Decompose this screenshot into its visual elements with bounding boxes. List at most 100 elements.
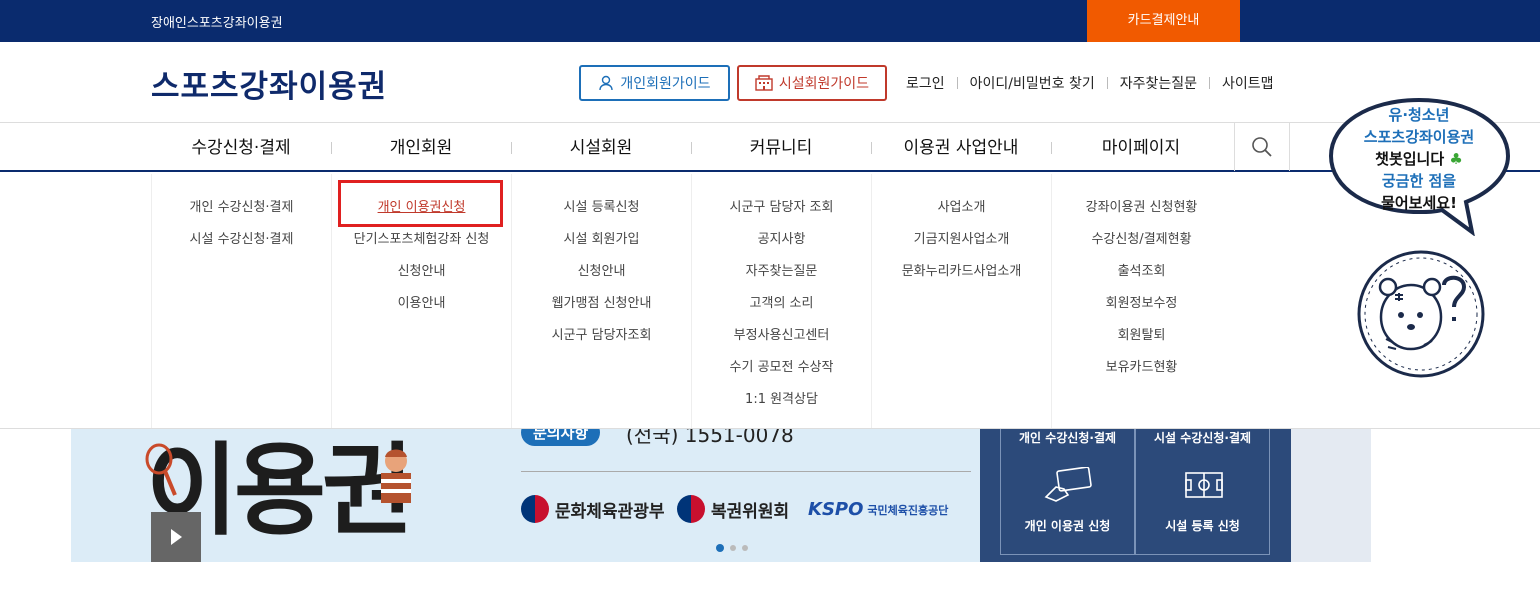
chatbot-line: 챗봇입니다 ♣ xyxy=(1328,148,1510,170)
banner-divider xyxy=(521,471,971,472)
chatbot-line-text: 챗봇입니다 xyxy=(1375,150,1445,168)
menu-link[interactable]: 시군구 담당자 조회 xyxy=(692,192,871,224)
building-icon xyxy=(755,75,773,91)
menu-col-enrollment: 개인 수강신청·결제 시설 수강신청·결제 xyxy=(151,174,331,428)
chatbot-line: 스포츠강좌이용권 xyxy=(1363,128,1475,146)
mega-menu: 개인 수강신청·결제 시설 수강신청·결제 개인 이용권신청 단기스포츠체험강좌… xyxy=(0,174,1540,429)
chatbot-text[interactable]: 유·청소년 스포츠강좌이용권 챗봇입니다 ♣ 궁금한 점을 물어보세요! xyxy=(1328,104,1510,214)
card-hand-icon xyxy=(1044,467,1092,502)
taegeuk-icon xyxy=(521,495,549,523)
facility-member-guide-button[interactable]: 시설회원가이드 xyxy=(737,65,887,101)
nav-item-facility-member[interactable]: 시설회원 xyxy=(511,123,691,173)
menu-link[interactable]: 회원정보수정 xyxy=(1052,288,1231,320)
sitemap-link[interactable]: 사이트맵 xyxy=(1222,73,1274,93)
play-icon xyxy=(171,529,182,545)
personal-member-guide-button[interactable]: 개인회원가이드 xyxy=(579,65,730,101)
slider-play-button[interactable] xyxy=(151,512,201,562)
menu-link[interactable]: 수강신청/결제현황 xyxy=(1052,224,1231,256)
kspo-name: 국민체육진흥공단 xyxy=(867,503,949,517)
top-strip: 장애인스포츠강좌이용권 카드결제안내 xyxy=(0,0,1540,42)
site-logo[interactable]: 스포츠강좌이용권 xyxy=(151,61,387,106)
menu-link[interactable]: 문화누리카드사업소개 xyxy=(872,256,1051,288)
main-banner: 이용권 문의사항 (전국) 1551-0078 문화체육관광부 복권위원회 KS… xyxy=(71,429,980,562)
banner-side-strip xyxy=(1291,429,1371,562)
inquiry-badge: 문의사항 xyxy=(521,429,601,446)
nav-item-mypage[interactable]: 마이페이지 xyxy=(1051,123,1231,173)
kspo-wordmark: KSPO xyxy=(808,499,864,520)
search-button[interactable] xyxy=(1234,123,1290,171)
card-payment-guide-button[interactable]: 카드결제안내 xyxy=(1087,0,1240,42)
org-label: 복권위원회 xyxy=(711,501,790,522)
menu-link[interactable]: 웹가맹점 신청안내 xyxy=(512,288,691,320)
tiger-mascot-icon[interactable] xyxy=(1356,249,1486,379)
menu-link[interactable]: 신청안내 xyxy=(332,256,511,288)
person-icon xyxy=(599,75,614,91)
nav-item-business-info[interactable]: 이용권 사업안내 xyxy=(871,123,1051,173)
utility-links: 로그인 아이디/비밀번호 찾기 자주찾는질문 사이트맵 xyxy=(906,73,1274,93)
menu-link[interactable]: 부정사용신고센터 xyxy=(692,320,871,352)
main-nav: 수강신청·결제 개인회원 시설회원 커뮤니티 이용권 사업안내 마이페이지 xyxy=(0,122,1540,172)
menu-link[interactable]: 사업소개 xyxy=(872,192,1051,224)
kspo-logo: KSPO 국민체육진흥공단 xyxy=(808,499,948,520)
menu-link[interactable]: 기금지원사업소개 xyxy=(872,224,1051,256)
menu-link[interactable]: 시설 등록신청 xyxy=(512,192,691,224)
org-label: 문화체육관광부 xyxy=(555,501,665,522)
card-label: 개인 이용권 신청 xyxy=(1024,519,1111,533)
facility-member-guide-label: 시설회원가이드 xyxy=(778,76,870,92)
card-title: 개인 수강신청·결제 xyxy=(1018,431,1117,445)
menu-link[interactable]: 시설 회원가입 xyxy=(512,224,691,256)
divider xyxy=(1106,77,1108,89)
menu-link[interactable]: 보유카드현황 xyxy=(1052,352,1231,384)
inquiry-phone: (전국) 1551-0078 xyxy=(626,429,794,447)
org-lottery-commission: 복권위원회 xyxy=(677,495,789,523)
card-label: 시설 등록 신청 xyxy=(1165,519,1240,533)
nav-item-enrollment-payment[interactable]: 수강신청·결제 xyxy=(151,123,331,173)
facility-register-card[interactable]: 시설 수강신청·결제 시설 등록 신청 xyxy=(1135,429,1270,555)
tennis-racket-icon xyxy=(145,443,177,496)
menu-link[interactable]: 수기 공모전 수상작 xyxy=(692,352,871,384)
search-icon xyxy=(1252,137,1272,157)
field-icon xyxy=(1185,472,1223,498)
menu-link[interactable]: 자주찾는질문 xyxy=(692,256,871,288)
menu-link[interactable]: 회원탈퇴 xyxy=(1052,320,1231,352)
menu-col-mypage: 강좌이용권 신청현황 수강신청/결제현황 출석조회 회원정보수정 회원탈퇴 보유… xyxy=(1051,174,1231,428)
find-id-password-link[interactable]: 아이디/비밀번호 찾기 xyxy=(970,73,1095,93)
menu-col-facility: 시설 등록신청 시설 회원가입 신청안내 웹가맹점 신청안내 시군구 담당자조회 xyxy=(511,174,691,428)
chatbot-line: 유·청소년 xyxy=(1388,106,1450,124)
org-culture-ministry: 문화체육관광부 xyxy=(521,495,664,523)
menu-link[interactable]: 공지사항 xyxy=(692,224,871,256)
menu-link[interactable]: 단기스포츠체험강좌 신청 xyxy=(332,224,511,256)
menu-link[interactable]: 이용안내 xyxy=(332,288,511,320)
menu-link[interactable]: 고객의 소리 xyxy=(692,288,871,320)
character-illustration xyxy=(381,449,411,503)
highlight-annotation xyxy=(338,180,503,227)
slider-pagination xyxy=(716,544,748,552)
quick-apply-panel: 개인 수강신청·결제 개인 이용권 신청 시설 수강신청·결제 시설 등록 신청 xyxy=(980,429,1291,562)
menu-col-community: 시군구 담당자 조회 공지사항 자주찾는질문 고객의 소리 부정사용신고센터 수… xyxy=(691,174,871,428)
menu-col-business: 사업소개 기금지원사업소개 문화누리카드사업소개 xyxy=(871,174,1051,428)
personal-voucher-apply-card[interactable]: 개인 수강신청·결제 개인 이용권 신청 xyxy=(1000,429,1135,555)
slider-dot-active[interactable] xyxy=(716,544,724,552)
chatbot-line: 궁금한 점을 xyxy=(1381,172,1457,190)
faq-link[interactable]: 자주찾는질문 xyxy=(1120,73,1197,93)
chatbot-line: 물어보세요! xyxy=(1381,194,1457,212)
menu-link[interactable]: 개인 수강신청·결제 xyxy=(152,192,331,224)
menu-link[interactable]: 신청안내 xyxy=(512,256,691,288)
divider xyxy=(956,77,958,89)
menu-link[interactable]: 강좌이용권 신청현황 xyxy=(1052,192,1231,224)
divider xyxy=(1209,77,1211,89)
menu-link[interactable]: 시군구 담당자조회 xyxy=(512,320,691,352)
menu-link[interactable]: 출석조회 xyxy=(1052,256,1231,288)
disabled-sports-voucher-link[interactable]: 장애인스포츠강좌이용권 xyxy=(151,12,283,31)
slider-dot[interactable] xyxy=(742,545,748,551)
login-link[interactable]: 로그인 xyxy=(906,73,945,93)
nav-item-community[interactable]: 커뮤니티 xyxy=(691,123,871,173)
nav-item-personal-member[interactable]: 개인회원 xyxy=(331,123,511,173)
taegeuk-icon xyxy=(677,495,705,523)
menu-link[interactable]: 시설 수강신청·결제 xyxy=(152,224,331,256)
card-title: 시설 수강신청·결제 xyxy=(1153,431,1252,445)
personal-member-guide-label: 개인회원가이드 xyxy=(620,76,711,92)
slider-dot[interactable] xyxy=(730,545,736,551)
clover-icon: ♣ xyxy=(1449,150,1463,168)
menu-link[interactable]: 1:1 원격상담 xyxy=(692,384,871,416)
